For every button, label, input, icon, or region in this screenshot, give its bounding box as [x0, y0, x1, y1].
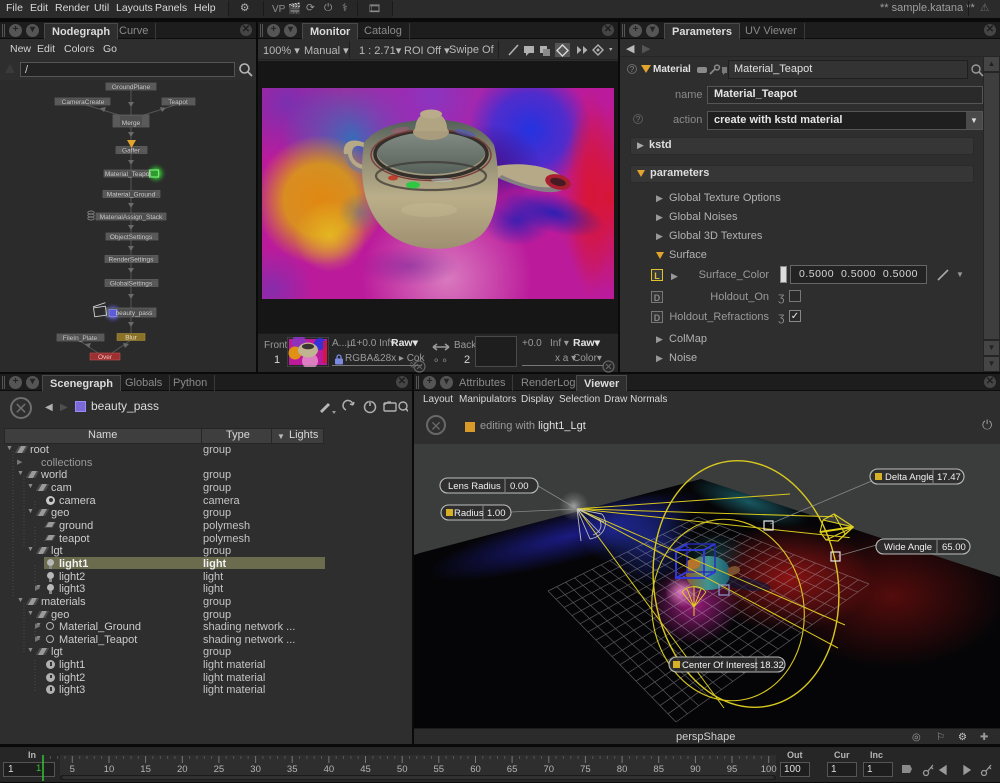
svg-text:ObjectSettings: ObjectSettings — [110, 234, 153, 241]
svg-text:55: 55 — [434, 764, 445, 775]
svg-text:1.00: 1.00 — [487, 508, 506, 519]
svg-text:85: 85 — [653, 764, 664, 775]
svg-text:70: 70 — [544, 764, 555, 775]
svg-text:50: 50 — [397, 764, 408, 775]
svg-text:18.32: 18.32 — [760, 660, 784, 671]
svg-text:Lens Radius: Lens Radius — [448, 481, 501, 492]
svg-text:Merge: Merge — [122, 120, 141, 127]
svg-text:75: 75 — [580, 764, 591, 775]
svg-text:Gaffer: Gaffer — [122, 148, 141, 155]
svg-text:10: 10 — [104, 764, 115, 775]
svg-text:65.00: 65.00 — [942, 542, 966, 553]
svg-text:25: 25 — [214, 764, 225, 775]
svg-text:FileIn_Plate: FileIn_Plate — [63, 335, 98, 342]
svg-text:90: 90 — [690, 764, 701, 775]
svg-text:beauty_pass: beauty_pass — [116, 310, 154, 317]
svg-text:Center Of Interest: Center Of Interest — [682, 660, 758, 671]
svg-text:0.00: 0.00 — [510, 481, 529, 492]
svg-text:Over: Over — [98, 354, 113, 361]
svg-text:Delta Angle: Delta Angle — [885, 472, 934, 483]
svg-text:Material_Ground: Material_Ground — [107, 192, 156, 199]
svg-text:35: 35 — [287, 764, 298, 775]
svg-text:30: 30 — [250, 764, 261, 775]
svg-text:GlobalSettings: GlobalSettings — [110, 281, 153, 288]
svg-text:60: 60 — [470, 764, 481, 775]
svg-text:17.47: 17.47 — [937, 472, 961, 483]
svg-text:Radius: Radius — [454, 508, 484, 519]
svg-text:RenderSettings: RenderSettings — [109, 257, 155, 264]
svg-text:GroundPlane: GroundPlane — [112, 84, 151, 91]
svg-text:20: 20 — [177, 764, 188, 775]
svg-text:100: 100 — [761, 764, 777, 775]
svg-text:Blur: Blur — [125, 335, 137, 342]
svg-text:Teapot: Teapot — [168, 99, 188, 106]
svg-text:15: 15 — [140, 764, 151, 775]
svg-text:65: 65 — [507, 764, 518, 775]
svg-text:45: 45 — [360, 764, 371, 775]
svg-text:40: 40 — [324, 764, 335, 775]
svg-text:Material_Teapot: Material_Teapot — [105, 171, 151, 178]
svg-text:80: 80 — [617, 764, 628, 775]
svg-text:95: 95 — [727, 764, 738, 775]
svg-text:Wide Angle: Wide Angle — [884, 542, 932, 553]
svg-text:5: 5 — [70, 764, 75, 775]
svg-text:1: 1 — [36, 763, 41, 774]
svg-text:MaterialAssign_Stack: MaterialAssign_Stack — [100, 214, 163, 221]
svg-text:CameraCreate: CameraCreate — [62, 99, 105, 106]
